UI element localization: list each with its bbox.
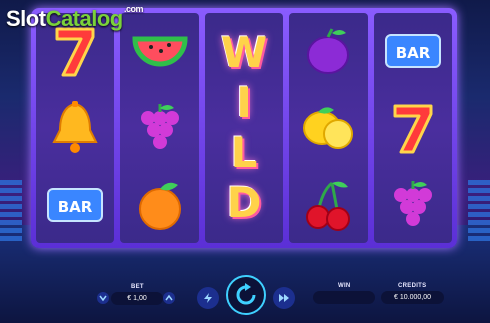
fast-forward-icon (279, 294, 289, 302)
orange-symbol (129, 174, 191, 236)
watermelon-symbol (129, 20, 191, 82)
grapes-symbol (129, 97, 191, 159)
bet-decrease-button[interactable] (97, 292, 109, 304)
slotcatalog-logo: SlotCatalog .com (6, 4, 144, 32)
autoplay-button[interactable] (273, 287, 295, 309)
logo-catalog: Catalog (45, 6, 124, 31)
control-bar: BET € 1,00 WIN CREDITS € 10.000,00 (0, 272, 490, 323)
credits-label: CREDITS (398, 283, 427, 289)
bar-symbol: BAR (382, 20, 444, 82)
bar-symbol: BAR (44, 174, 106, 236)
reel-1: BAR (36, 13, 115, 243)
logo-domain: .com (124, 4, 144, 14)
credits-value-display: € 10.000,00 (381, 291, 444, 304)
wild-letter: D (226, 178, 262, 227)
spin-button[interactable] (226, 275, 266, 315)
cherries-symbol (297, 174, 359, 236)
spin-arrow-icon (236, 283, 256, 305)
svg-text:BAR: BAR (58, 198, 93, 216)
bell-symbol (44, 97, 106, 159)
bet-label: BET (131, 284, 144, 290)
grapes-symbol (382, 174, 444, 236)
wild-letter: I (236, 78, 252, 127)
svg-text:BAR: BAR (396, 44, 431, 62)
bet-value-display: € 1,00 (111, 292, 163, 305)
reel-frame: BAR W I L D BAR (31, 8, 457, 248)
reel-3: W I L D (204, 13, 284, 243)
logo-slot: Slot (6, 6, 46, 31)
right-stage-lights (468, 180, 490, 244)
reel-4 (289, 13, 368, 243)
reel-2 (120, 13, 199, 243)
win-label: WIN (338, 283, 351, 289)
wild-symbol: W I L D (205, 13, 283, 243)
bet-increase-button[interactable] (163, 292, 175, 304)
wild-letter: L (230, 128, 258, 177)
chevron-down-icon (99, 295, 107, 302)
plum-symbol (297, 20, 359, 82)
seven-symbol (382, 97, 444, 159)
wild-letter: W (220, 28, 268, 77)
left-stage-lights (0, 180, 22, 244)
win-value-display (313, 291, 375, 304)
reel-5: BAR (373, 13, 453, 243)
lightning-icon (204, 293, 212, 303)
turbo-button[interactable] (197, 287, 219, 309)
lemon-symbol (297, 97, 359, 159)
chevron-up-icon (165, 294, 173, 301)
